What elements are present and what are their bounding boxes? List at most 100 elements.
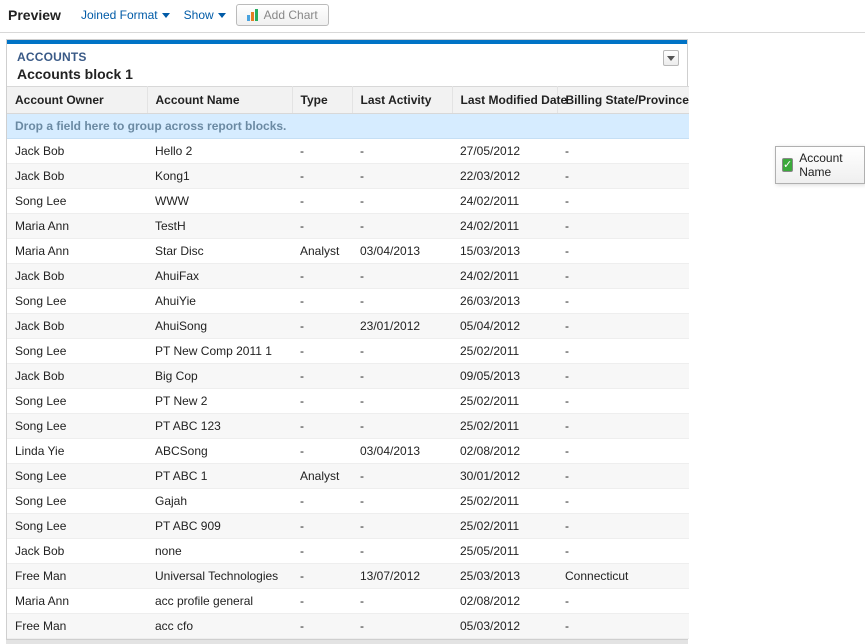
- cell-modified: 27/05/2012: [452, 139, 557, 164]
- cell-type: -: [292, 189, 352, 214]
- cell-billing: -: [557, 364, 689, 389]
- table-row[interactable]: Free ManUniversal Technologies-13/07/201…: [7, 564, 689, 589]
- cell-type: -: [292, 389, 352, 414]
- cell-billing: -: [557, 289, 689, 314]
- cell-activity: -: [352, 539, 452, 564]
- cell-name: Kong1: [147, 164, 292, 189]
- joined-format-label: Joined Format: [81, 8, 158, 22]
- cell-owner: Linda Yie: [7, 439, 147, 464]
- cell-activity: -: [352, 589, 452, 614]
- table-row[interactable]: Jack BobKong1--22/03/2012-: [7, 164, 689, 189]
- column-header-billing[interactable]: Billing State/Province: [557, 87, 689, 114]
- cell-name: ABCSong: [147, 439, 292, 464]
- cell-billing: -: [557, 539, 689, 564]
- cell-billing: -: [557, 139, 689, 164]
- cell-billing: -: [557, 439, 689, 464]
- cell-billing: -: [557, 414, 689, 439]
- cell-activity: -: [352, 514, 452, 539]
- table-row[interactable]: Maria AnnStar DiscAnalyst03/04/201315/03…: [7, 239, 689, 264]
- show-label: Show: [184, 8, 214, 22]
- caret-down-icon: [667, 56, 675, 61]
- cell-activity: -: [352, 414, 452, 439]
- table-row[interactable]: Jack Bobnone--25/05/2011-: [7, 539, 689, 564]
- cell-billing: Connecticut: [557, 564, 689, 589]
- cell-modified: 25/05/2011: [452, 539, 557, 564]
- cell-owner: Song Lee: [7, 489, 147, 514]
- cell-type: -: [292, 264, 352, 289]
- cell-modified: 24/02/2011: [452, 264, 557, 289]
- toolbar: Preview Joined Format Show Add Chart: [0, 0, 865, 33]
- table-row[interactable]: Song LeePT ABC 123--25/02/2011-: [7, 414, 689, 439]
- cell-billing: -: [557, 489, 689, 514]
- cell-type: -: [292, 614, 352, 639]
- panel-title-upper: ACCOUNTS: [17, 50, 133, 64]
- column-header-name[interactable]: Account Name: [147, 87, 292, 114]
- cell-name: none: [147, 539, 292, 564]
- cell-type: Analyst: [292, 464, 352, 489]
- cell-modified: 02/08/2012: [452, 589, 557, 614]
- table-row[interactable]: Jack BobBig Cop--09/05/2013-: [7, 364, 689, 389]
- group-drop-zone-text: Drop a field here to group across report…: [7, 114, 689, 139]
- cell-type: -: [292, 339, 352, 364]
- cell-type: -: [292, 514, 352, 539]
- cell-activity: 23/01/2012: [352, 314, 452, 339]
- cell-owner: Maria Ann: [7, 239, 147, 264]
- cell-name: AhuiYie: [147, 289, 292, 314]
- cell-modified: 05/04/2012: [452, 314, 557, 339]
- cell-billing: -: [557, 589, 689, 614]
- cell-activity: -: [352, 164, 452, 189]
- table-row[interactable]: Free Manacc cfo--05/03/2012-: [7, 614, 689, 639]
- table-row[interactable]: Song LeePT ABC 1Analyst-30/01/2012-: [7, 464, 689, 489]
- cell-owner: Jack Bob: [7, 364, 147, 389]
- table-row[interactable]: Song LeeAhuiYie--26/03/2013-: [7, 289, 689, 314]
- cell-owner: Song Lee: [7, 464, 147, 489]
- column-header-type[interactable]: Type: [292, 87, 352, 114]
- cell-name: acc cfo: [147, 614, 292, 639]
- cell-owner: Song Lee: [7, 514, 147, 539]
- column-header-activity[interactable]: Last Activity: [352, 87, 452, 114]
- cell-owner: Song Lee: [7, 289, 147, 314]
- column-header-owner[interactable]: Account Owner: [7, 87, 147, 114]
- joined-format-dropdown[interactable]: Joined Format: [77, 6, 174, 24]
- table-row[interactable]: Song LeeGajah--25/02/2011-: [7, 489, 689, 514]
- report-table: Account Owner Account Name Type Last Act…: [7, 86, 689, 639]
- table-row[interactable]: Jack BobAhuiSong-23/01/201205/04/2012-: [7, 314, 689, 339]
- cell-owner: Jack Bob: [7, 264, 147, 289]
- table-row[interactable]: Jack BobAhuiFax--24/02/2011-: [7, 264, 689, 289]
- group-drop-zone[interactable]: Drop a field here to group across report…: [7, 114, 689, 139]
- table-row[interactable]: Song LeeWWW--24/02/2011-: [7, 189, 689, 214]
- cell-billing: -: [557, 314, 689, 339]
- column-header-modified[interactable]: Last Modified Date: [452, 87, 557, 114]
- drag-chip-account-name[interactable]: ✓ Account Name: [775, 146, 865, 184]
- table-row[interactable]: Jack BobHello 2--27/05/2012-: [7, 139, 689, 164]
- cell-billing: -: [557, 214, 689, 239]
- horizontal-scrollbar[interactable]: [6, 640, 688, 644]
- cell-type: -: [292, 439, 352, 464]
- panel-title-block: Accounts block 1: [17, 66, 133, 82]
- cell-type: -: [292, 489, 352, 514]
- table-row[interactable]: Maria AnnTestH--24/02/2011-: [7, 214, 689, 239]
- cell-modified: 25/02/2011: [452, 489, 557, 514]
- cell-activity: 03/04/2013: [352, 439, 452, 464]
- cell-modified: 05/03/2012: [452, 614, 557, 639]
- show-dropdown[interactable]: Show: [180, 6, 230, 24]
- cell-type: Analyst: [292, 239, 352, 264]
- cell-type: -: [292, 139, 352, 164]
- table-row[interactable]: Song LeePT New 2--25/02/2011-: [7, 389, 689, 414]
- drag-chip-label: Account Name: [799, 151, 856, 179]
- cell-name: AhuiFax: [147, 264, 292, 289]
- cell-type: -: [292, 414, 352, 439]
- bar-chart-icon: [247, 9, 258, 21]
- table-row[interactable]: Song LeePT New Comp 2011 1--25/02/2011-: [7, 339, 689, 364]
- table-row[interactable]: Song LeePT ABC 909--25/02/2011-: [7, 514, 689, 539]
- add-chart-button[interactable]: Add Chart: [236, 4, 329, 26]
- cell-billing: -: [557, 164, 689, 189]
- cell-type: -: [292, 539, 352, 564]
- panel-menu-button[interactable]: [663, 50, 679, 66]
- table-row[interactable]: Linda YieABCSong-03/04/201302/08/2012-: [7, 439, 689, 464]
- cell-activity: -: [352, 389, 452, 414]
- table-row[interactable]: Maria Annacc profile general--02/08/2012…: [7, 589, 689, 614]
- cell-billing: -: [557, 189, 689, 214]
- cell-modified: 26/03/2013: [452, 289, 557, 314]
- cell-name: WWW: [147, 189, 292, 214]
